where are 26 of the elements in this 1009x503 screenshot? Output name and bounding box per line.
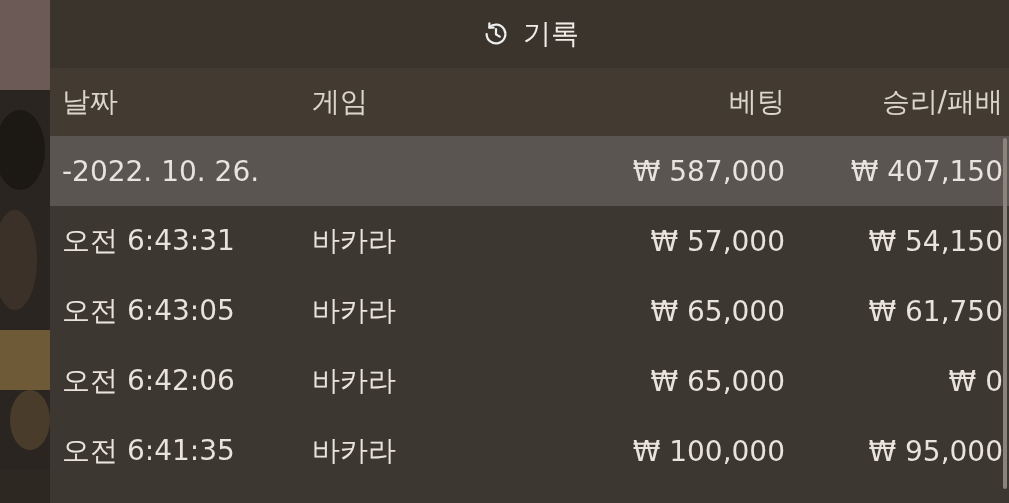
table-cell-text: ₩ 65,000: [649, 294, 785, 328]
group-date: -2022. 10. 26.: [62, 154, 261, 188]
table-cell-text: ₩ 95,000: [867, 434, 1003, 468]
table-cell-text: 오전 6:43:31: [62, 223, 236, 259]
table-cell-text: ₩ 57,000: [649, 224, 785, 258]
table-cell-text: 바카라: [312, 363, 397, 399]
column-header: 날짜: [62, 84, 119, 120]
table-cell-text: 바카라: [312, 223, 397, 259]
table-cell-text: ₩ 65,000: [649, 364, 785, 398]
date-group-row[interactable]: -2022. 10. 26. ₩ 587,000 ₩ 407,150: [50, 136, 1009, 206]
scrollbar[interactable]: [1003, 138, 1007, 489]
column-header: 베팅: [728, 84, 785, 120]
table-cell-text: 바카라: [312, 293, 397, 329]
table-cell-text: ₩ 54,150: [867, 224, 1003, 258]
table-cell-text: 바카라: [312, 433, 397, 469]
group-result-total: ₩ 407,150: [849, 154, 1003, 188]
table-cell-text: ₩ 0: [947, 364, 1003, 398]
table-cell-text: 오전 6:41:35: [62, 433, 236, 469]
column-header: 승리/패배: [880, 84, 1003, 120]
column-header: 게임: [312, 84, 369, 120]
table-cell-text: 오전 6:43:05: [62, 293, 236, 329]
table-cell-text: ₩ 100,000: [631, 434, 785, 468]
panel-title: 기록: [522, 16, 579, 52]
group-bet-total: ₩ 587,000: [631, 154, 785, 188]
table-cell-text: ₩ 61,750: [867, 294, 1003, 328]
table-cell-text: 오전 6:42:06: [62, 363, 236, 399]
